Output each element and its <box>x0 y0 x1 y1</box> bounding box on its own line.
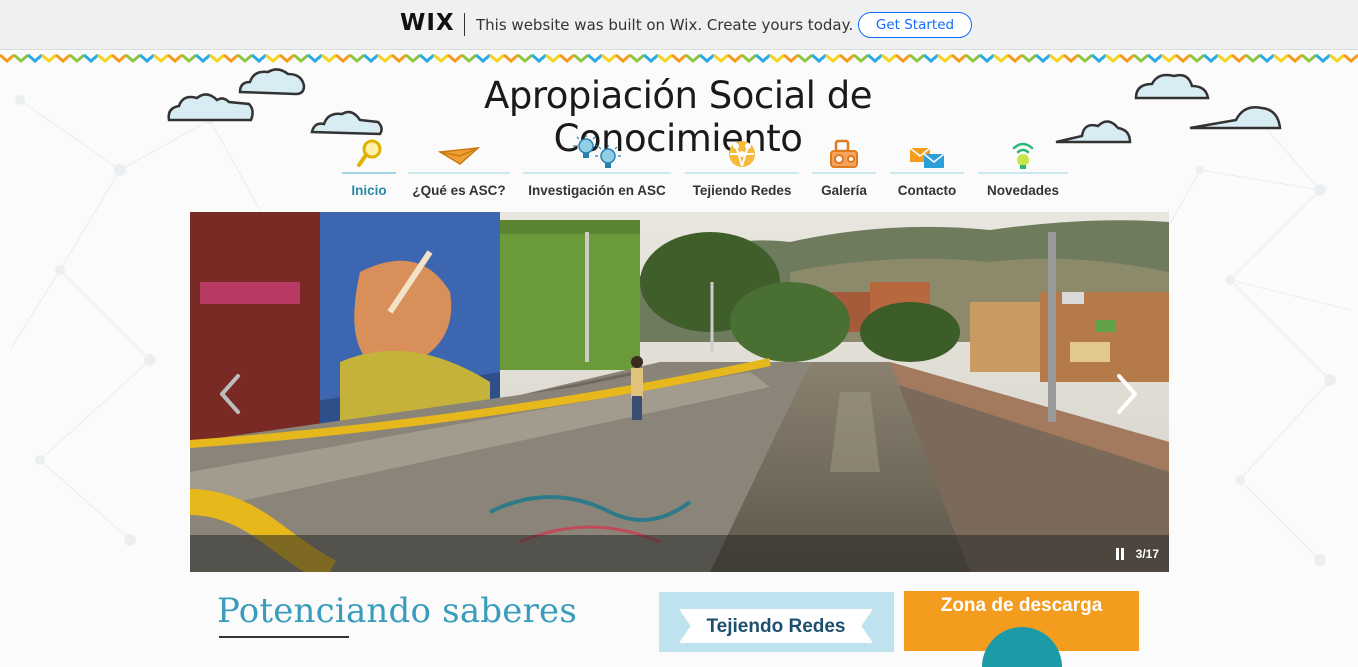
nav-underline <box>408 172 510 174</box>
zona-de-descarga-card[interactable]: Zona de descarga <box>904 591 1139 667</box>
nav-label-contacto: Contacto <box>897 183 957 198</box>
camera-icon <box>830 139 858 168</box>
nav-item-inicio[interactable]: Inicio <box>342 134 396 204</box>
cloud-decoration <box>1189 106 1282 130</box>
nav-label-inicio: Inicio <box>351 183 387 198</box>
pause-icon[interactable] <box>1115 548 1125 560</box>
nav-underline <box>685 172 799 174</box>
hero-slideshow[interactable]: 3/17 <box>190 212 1169 572</box>
nav-label-novedades: Novedades <box>986 183 1060 198</box>
nav-underline <box>812 172 876 174</box>
section-heading: Potenciando saberes <box>217 591 578 631</box>
nav-label-investigacion-en-asc: Investigación en ASC <box>528 183 666 198</box>
cloud-decoration <box>238 68 306 96</box>
tejiendo-redes-label: Tejiendo Redes <box>706 616 846 637</box>
slide-counter: 3/17 <box>1135 547 1159 561</box>
heading-divider <box>219 636 349 638</box>
nav-item-investigacion-en-asc[interactable]: Investigación en ASC <box>523 134 671 204</box>
envelopes-icon <box>909 147 945 168</box>
lightbulbs-icon <box>573 135 621 168</box>
chevron-left-icon[interactable] <box>210 372 250 416</box>
nav-underline <box>978 172 1068 174</box>
nav-item-contacto[interactable]: Contacto <box>890 134 964 204</box>
nav-underline <box>342 172 396 174</box>
nav-underline <box>523 172 671 174</box>
nav-label-galeria: Galería <box>821 183 867 198</box>
nav-label-tejiendo-redes: Tejiendo Redes <box>692 183 792 198</box>
slideshow-control-bar: 3/17 <box>190 535 1169 572</box>
nav-item-galeria[interactable]: Galería <box>812 134 876 204</box>
get-started-button[interactable]: Get Started <box>858 12 972 38</box>
nav-item-que-es-asc[interactable]: ¿Qué es ASC? <box>408 134 510 204</box>
nav-label-que-es-asc: ¿Qué es ASC? <box>412 183 506 198</box>
banner-message: This website was built on Wix. Create yo… <box>476 16 854 34</box>
tejiendo-redes-card[interactable]: Tejiendo Redes <box>659 592 894 652</box>
wix-promo-banner: WIX This website was built on Wix. Creat… <box>0 0 1358 50</box>
nav-item-novedades[interactable]: Novedades <box>978 134 1068 204</box>
wix-logo[interactable]: WIX <box>400 10 455 36</box>
people-network-icon <box>729 141 755 167</box>
download-disc-icon <box>982 627 1062 667</box>
slide-photo-canal-mural <box>190 212 1169 572</box>
paper-plane-icon <box>438 147 480 165</box>
chevron-right-icon[interactable] <box>1107 372 1147 416</box>
nav-item-tejiendo-redes[interactable]: Tejiendo Redes <box>685 134 799 204</box>
banner-divider <box>464 13 465 36</box>
ribbon-banner: Tejiendo Redes <box>679 609 873 643</box>
zona-de-descarga-label: Zona de descarga <box>940 595 1103 616</box>
magnifier-icon <box>357 139 382 167</box>
bulb-news-icon <box>1012 142 1034 169</box>
nav-underline <box>890 172 964 174</box>
